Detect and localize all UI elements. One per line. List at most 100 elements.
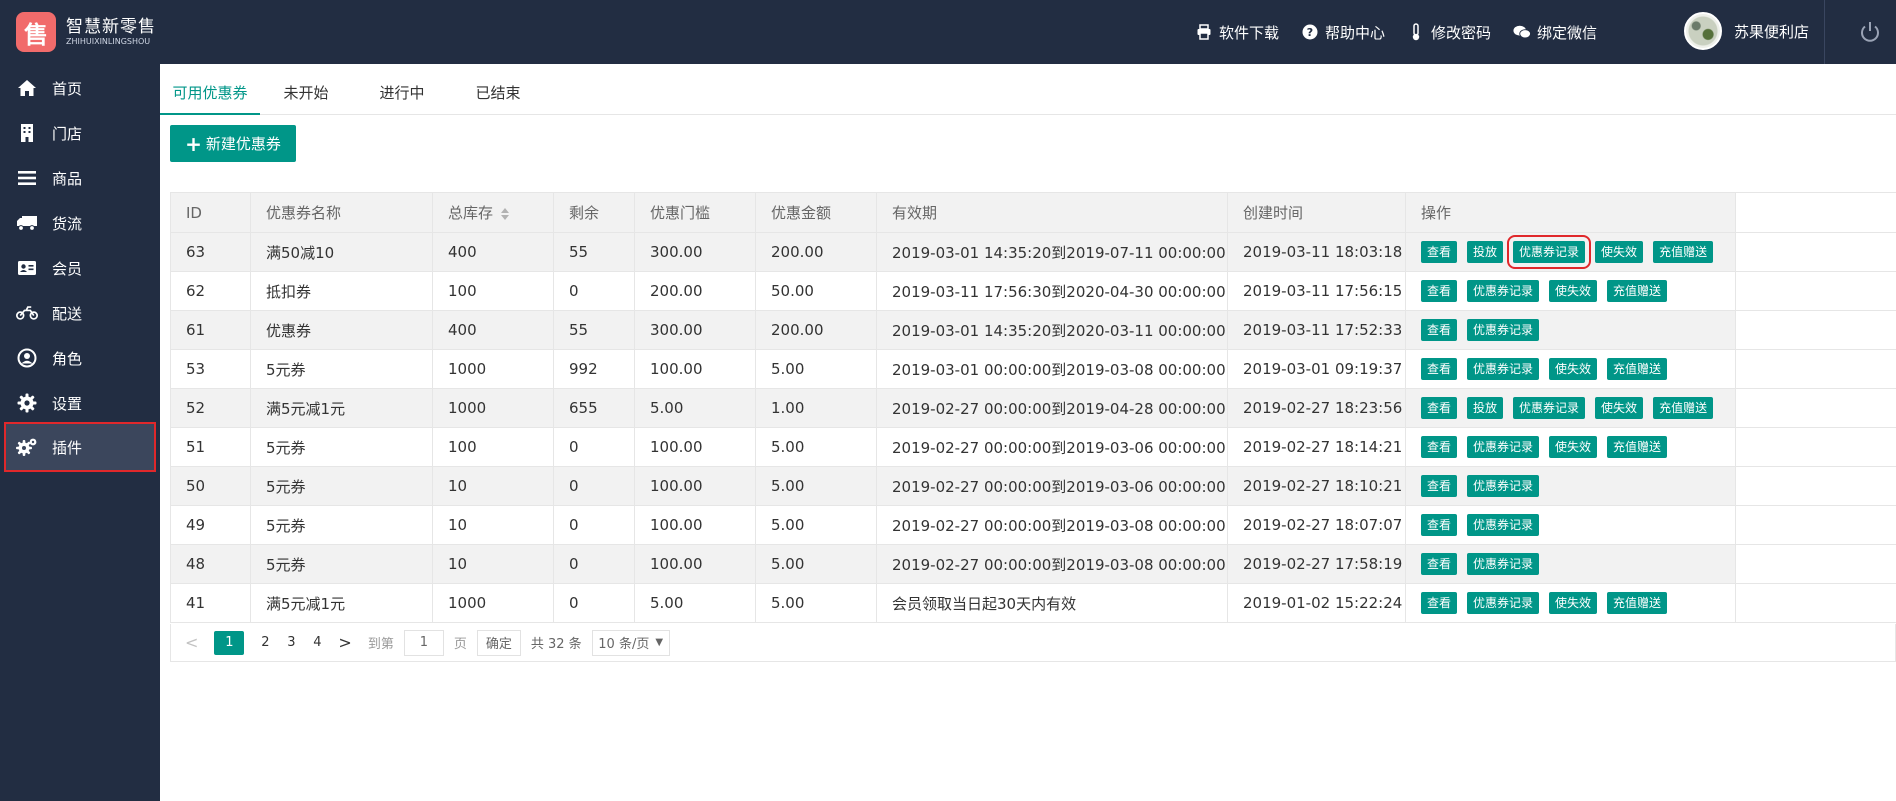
cell-name: 5元券 (250, 466, 433, 506)
confirm-button[interactable]: 确定 (476, 629, 521, 656)
goto-page-input[interactable]: 1 (403, 629, 444, 656)
col-id: ID (170, 192, 251, 233)
page-suffix: 页 (453, 637, 467, 652)
action-button[interactable]: 查看 (1421, 475, 1458, 497)
cell-amount: 5.00 (755, 505, 877, 545)
software-download-link[interactable]: 软件下载 (1195, 22, 1279, 43)
cell-validity: 2019-02-27 00:00:00到2019-03-08 00:00:00 (876, 505, 1228, 545)
pagination: < 1 2 3 4 > 到第 1 页 确定 共 32 条 10 条/页 ▼ (170, 624, 1896, 662)
action-button[interactable]: 优惠券记录 (1513, 397, 1586, 419)
cell-threshold: 100.00 (634, 505, 756, 545)
cell-actions: 查看 优惠券记录 (1405, 544, 1736, 584)
sidebar-item-role[interactable]: 角色 (6, 336, 154, 380)
action-button[interactable]: 使失效 (1549, 358, 1598, 380)
action-button[interactable]: 充值赠送 (1653, 241, 1714, 263)
action-button[interactable]: 查看 (1421, 436, 1458, 458)
action-button[interactable]: 使失效 (1549, 436, 1598, 458)
col-actions: 操作 (1405, 192, 1736, 233)
cell-remain: 0 (553, 544, 635, 584)
action-button[interactable]: 投放 (1467, 241, 1504, 263)
action-button[interactable]: 优惠券记录 (1467, 514, 1540, 536)
sort-icon[interactable] (501, 207, 510, 220)
cell-created: 2019-02-27 18:14:21 (1227, 427, 1406, 467)
user-menu[interactable]: 苏果便利店 (1684, 12, 1809, 50)
action-button[interactable]: 充值赠送 (1607, 436, 1668, 458)
sidebar-item-plugins[interactable]: 插件 (4, 422, 156, 472)
sidebar-item-member[interactable]: 会员 (6, 246, 154, 290)
action-button[interactable]: 使失效 (1549, 280, 1598, 302)
cell-actions: 查看 优惠券记录 使失效 充值赠送 (1405, 427, 1736, 467)
page-size-select[interactable]: 10 条/页 ▼ (591, 629, 670, 656)
action-button[interactable]: 优惠券记录 (1467, 553, 1540, 575)
action-button[interactable]: 优惠券记录 (1467, 319, 1540, 341)
sidebar-item-settings[interactable]: 设置 (6, 381, 154, 425)
cell-stock: 10 (432, 505, 554, 545)
action-button[interactable]: 查看 (1421, 592, 1458, 614)
logo[interactable]: 售 智慧新零售 ZHIHUIXINLINGSHOU (16, 12, 156, 52)
table-row: 48 5元券 10 0 100.00 5.00 2019-02-27 00:00:00到20… (170, 544, 1896, 584)
action-button[interactable]: 查看 (1421, 358, 1458, 380)
building-icon (16, 122, 38, 144)
cell-stock: 400 (432, 310, 554, 350)
action-button[interactable]: 充值赠送 (1653, 397, 1714, 419)
action-button[interactable]: 充值赠送 (1607, 592, 1668, 614)
action-button[interactable]: 使失效 (1549, 592, 1598, 614)
action-button[interactable]: 使失效 (1595, 397, 1644, 419)
cell-actions: 查看 优惠券记录 使失效 充值赠送 (1405, 583, 1736, 623)
action-button[interactable]: 优惠券记录 (1467, 436, 1540, 458)
logo-title: 智慧新零售 (66, 17, 156, 37)
bind-wechat-link[interactable]: 绑定微信 (1513, 22, 1597, 43)
power-icon[interactable] (1858, 20, 1882, 44)
page-2[interactable]: 2 (260, 631, 270, 655)
action-button[interactable]: 充值赠送 (1607, 280, 1668, 302)
gear-icon (16, 392, 38, 414)
cell-created: 2019-01-02 15:22:24 (1227, 583, 1406, 623)
sidebar-item-store[interactable]: 门店 (6, 111, 154, 155)
cell-stock: 1000 (432, 349, 554, 389)
col-stock[interactable]: 总库存 (432, 192, 554, 233)
page-4[interactable]: 4 (312, 631, 322, 655)
action-button[interactable]: 优惠券记录 (1507, 235, 1592, 269)
action-button[interactable]: 查看 (1421, 514, 1458, 536)
coupon-table: ID 优惠券名称 总库存 剩余 优惠门槛 优惠金额 有效期 创建时间 操作 63… (170, 192, 1896, 623)
action-button[interactable]: 优惠券记录 (1467, 475, 1540, 497)
new-coupon-button[interactable]: + 新建优惠券 (170, 125, 296, 162)
cell-actions: 查看 优惠券记录 (1405, 466, 1736, 506)
home-icon (16, 77, 38, 99)
action-button[interactable]: 查看 (1421, 241, 1458, 263)
page-1[interactable]: 1 (214, 630, 245, 655)
cell-name: 满50减10 (250, 232, 433, 272)
action-button[interactable]: 查看 (1421, 397, 1458, 419)
tab-not-started[interactable]: 未开始 (260, 64, 352, 114)
sidebar-item-logistics[interactable]: 货流 (6, 201, 154, 245)
tab-available[interactable]: 可用优惠券 (160, 64, 260, 115)
action-button[interactable]: 优惠券记录 (1467, 592, 1540, 614)
cell-actions: 查看 优惠券记录 使失效 充值赠送 (1405, 349, 1736, 389)
cell-id: 41 (170, 583, 251, 623)
prev-page-icon[interactable]: < (185, 631, 198, 655)
cell-name: 5元券 (250, 349, 433, 389)
page-3[interactable]: 3 (286, 631, 296, 655)
sidebar-item-delivery[interactable]: 配送 (6, 291, 154, 335)
tab-ended[interactable]: 已结束 (452, 64, 544, 114)
cell-name: 优惠券 (250, 310, 433, 350)
action-button[interactable]: 优惠券记录 (1467, 358, 1540, 380)
cell-actions: 查看 优惠券记录 (1405, 505, 1736, 545)
action-button[interactable]: 投放 (1467, 397, 1504, 419)
action-button[interactable]: 查看 (1421, 280, 1458, 302)
col-validity: 有效期 (876, 192, 1228, 233)
action-button[interactable]: 优惠券记录 (1467, 280, 1540, 302)
action-button[interactable]: 查看 (1421, 553, 1458, 575)
sidebar-item-goods[interactable]: 商品 (6, 156, 154, 200)
action-button[interactable]: 充值赠送 (1607, 358, 1668, 380)
cell-name: 5元券 (250, 505, 433, 545)
action-button[interactable]: 查看 (1421, 319, 1458, 341)
cell-amount: 5.00 (755, 427, 877, 467)
change-password-link[interactable]: 修改密码 (1407, 22, 1491, 43)
sidebar-item-home[interactable]: 首页 (6, 66, 154, 110)
action-button[interactable]: 使失效 (1595, 241, 1644, 263)
tab-in-progress[interactable]: 进行中 (352, 64, 452, 114)
next-page-icon[interactable]: > (338, 631, 351, 655)
cell-id: 52 (170, 388, 251, 428)
help-center-link[interactable]: ? 帮助中心 (1301, 22, 1385, 43)
